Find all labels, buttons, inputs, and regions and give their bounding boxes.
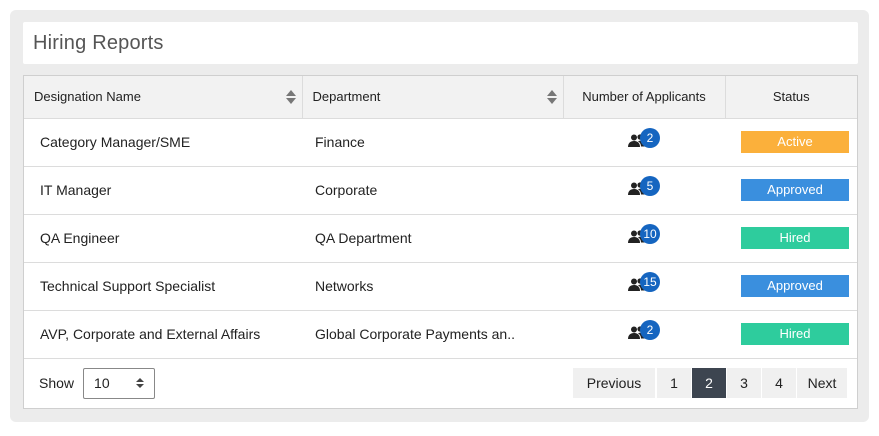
status-cell: Approved: [725, 166, 857, 214]
applicant-count-badge: 2: [640, 319, 660, 340]
applicant-count-badge: 2: [640, 127, 660, 148]
status-cell: Active: [725, 118, 857, 166]
column-header-applicants: Number of Applicants: [563, 76, 726, 119]
applicant-count-badge: 10: [640, 223, 660, 244]
page-size-value: 10: [94, 375, 110, 391]
hiring-table: Designation Name Department Number of Ap…: [24, 76, 857, 359]
designation-cell: Technical Support Specialist: [40, 278, 216, 294]
applicants-cell: 2: [563, 118, 725, 166]
select-arrows-icon: [136, 378, 145, 388]
page-size-select[interactable]: 10: [83, 367, 156, 399]
status-badge: Hired: [741, 227, 849, 249]
status-badge: Hired: [741, 323, 849, 345]
department-cell: Finance: [315, 134, 365, 150]
status-badge: Active: [741, 131, 849, 153]
department-cell: QA Department: [315, 230, 412, 246]
column-header-status: Status: [725, 76, 857, 119]
designation-cell: IT Manager: [40, 182, 112, 198]
table-row: IT Manager Corporate 5 Approved: [24, 166, 857, 214]
panel-header: Hiring Reports: [23, 22, 858, 64]
table-header-row: Designation Name Department Number of Ap…: [24, 76, 857, 119]
sort-icon[interactable]: [546, 89, 557, 104]
page-button-3[interactable]: 3: [727, 368, 761, 398]
department-cell: Corporate: [315, 182, 378, 198]
department-cell: Networks: [315, 278, 374, 294]
applicants-link[interactable]: 5: [628, 175, 660, 196]
status-cell: Hired: [725, 310, 857, 358]
column-header-department[interactable]: Department: [302, 76, 564, 119]
table-row: Category Manager/SME Finance 2 Active: [24, 118, 857, 166]
page-size-control: Show 10: [39, 367, 156, 399]
applicants-cell: 2: [563, 310, 725, 358]
applicants-link[interactable]: 10: [628, 223, 660, 244]
page-button-2[interactable]: 2: [692, 368, 726, 398]
table-row: QA Engineer QA Department 10 Hired: [24, 214, 857, 262]
applicants-cell: 10: [563, 214, 725, 262]
applicants-cell: 5: [563, 166, 725, 214]
pagination: Previous 1 2 3 4 Next: [573, 368, 847, 398]
status-cell: Approved: [725, 262, 857, 310]
hiring-table-card: Designation Name Department Number of Ap…: [23, 75, 858, 409]
table-footer: Show 10 Previous 1 2 3 4 Next: [24, 358, 857, 408]
next-page-button[interactable]: Next: [797, 368, 847, 398]
designation-cell: Category Manager/SME: [40, 134, 191, 150]
page-button-4[interactable]: 4: [762, 368, 796, 398]
applicants-cell: 15: [563, 262, 725, 310]
applicant-count-badge: 15: [640, 271, 660, 292]
status-badge: Approved: [741, 179, 849, 201]
applicants-link[interactable]: 15: [628, 271, 660, 292]
applicants-link[interactable]: 2: [628, 127, 660, 148]
designation-cell: AVP, Corporate and External Affairs: [40, 326, 261, 342]
designation-cell: QA Engineer: [40, 230, 120, 246]
table-row: AVP, Corporate and External Affairs Globa…: [24, 310, 857, 358]
department-cell: Global Corporate Payments an..: [315, 326, 515, 342]
sort-icon[interactable]: [285, 89, 296, 104]
status-badge: Approved: [741, 275, 849, 297]
previous-page-button[interactable]: Previous: [573, 368, 655, 398]
show-label: Show: [39, 375, 75, 391]
column-header-designation[interactable]: Designation Name: [24, 76, 303, 119]
page-title: Hiring Reports: [33, 31, 164, 54]
table-row: Technical Support Specialist Networks 15 Ap…: [24, 262, 857, 310]
page-button-1[interactable]: 1: [657, 368, 691, 398]
applicants-link[interactable]: 2: [628, 319, 660, 340]
hiring-reports-panel: Hiring Reports Designation Name Departme…: [10, 10, 869, 422]
applicant-count-badge: 5: [640, 175, 660, 196]
status-cell: Hired: [725, 214, 857, 262]
